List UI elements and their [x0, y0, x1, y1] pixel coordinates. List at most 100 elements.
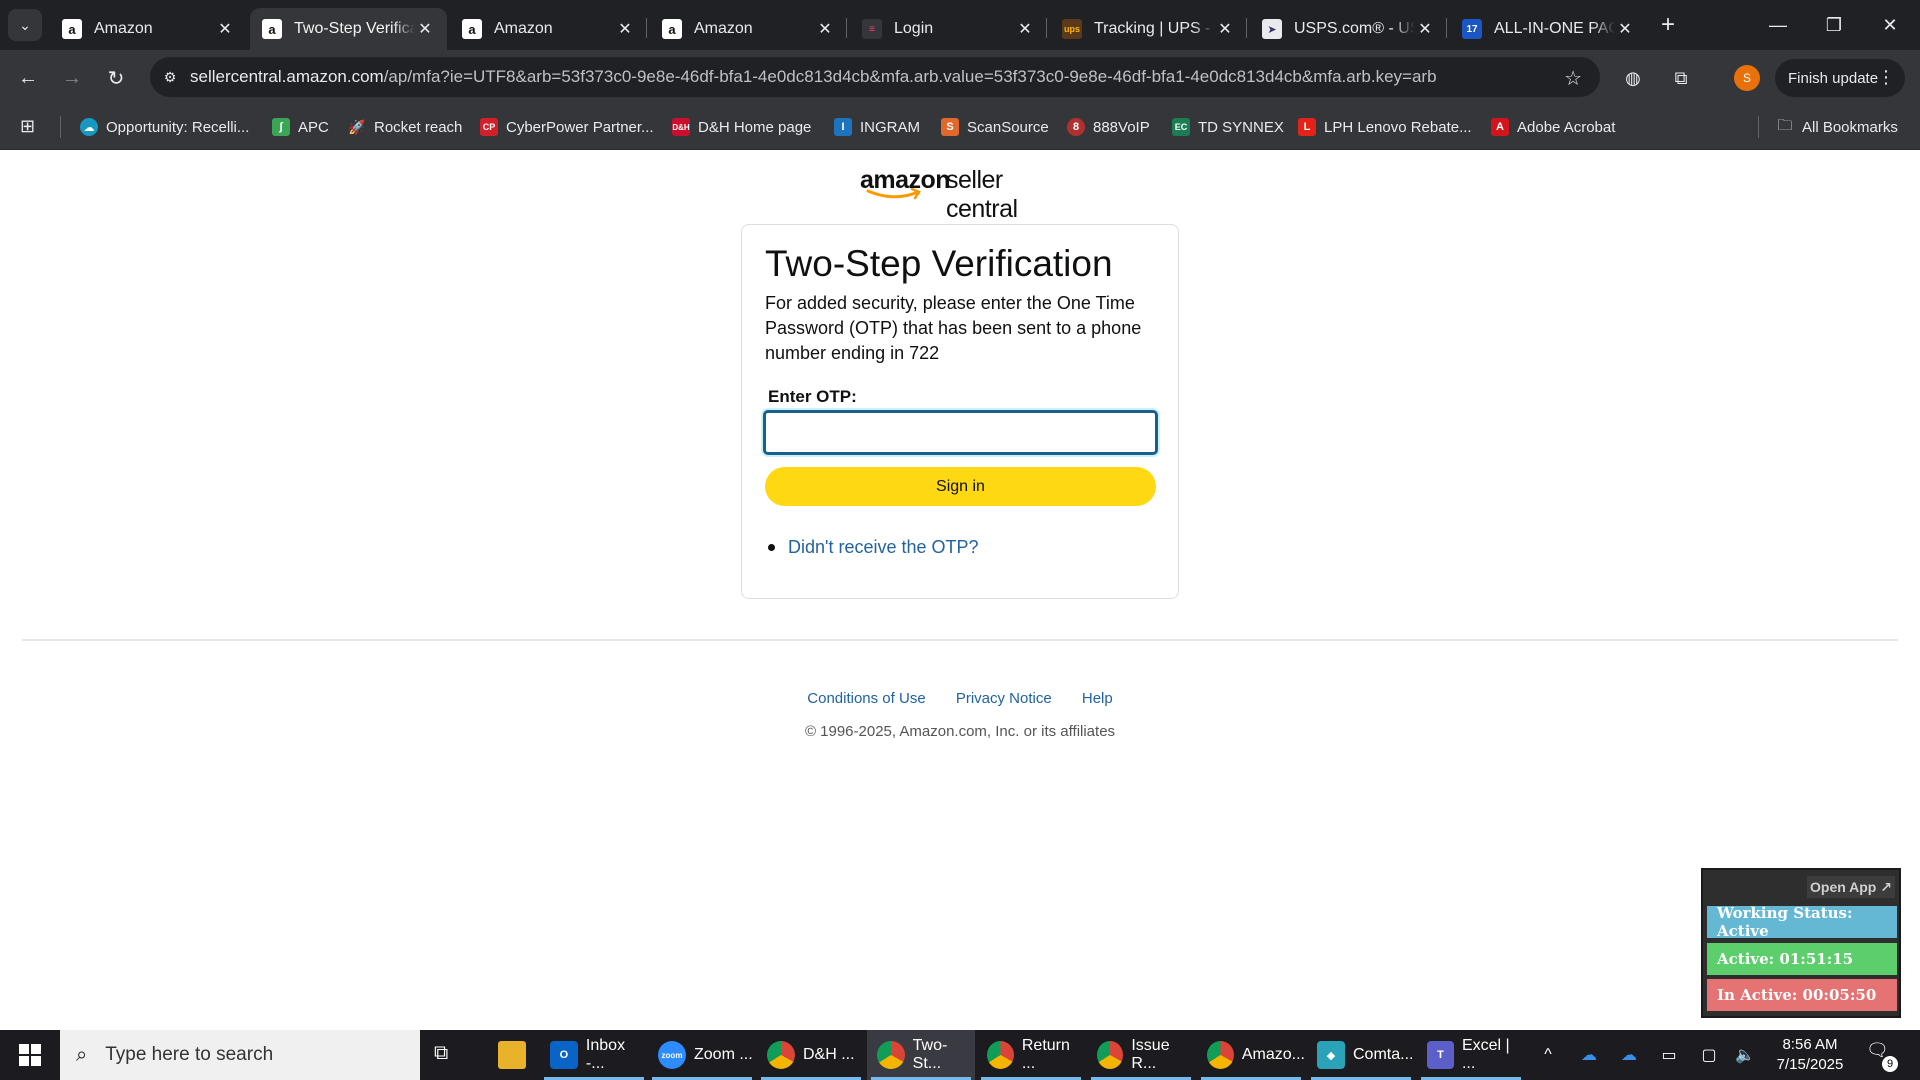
otp-input[interactable]	[763, 410, 1158, 455]
windows-taskbar: ⌕ Type here to search ⧉ O Inbox -... zoo…	[0, 1030, 1920, 1080]
tab-amazon-1[interactable]: a Amazon ✕	[50, 8, 247, 50]
clock-time: 8:56 AM	[1782, 1036, 1838, 1053]
sign-in-button[interactable]: Sign in	[765, 467, 1156, 506]
close-window-button[interactable]: ✕	[1862, 0, 1918, 50]
bookmark-star-icon[interactable]: ☆	[1564, 66, 1582, 91]
bookmark-888voip[interactable]: 8 888VoIP	[1067, 114, 1150, 140]
privacy-notice-link[interactable]: Privacy Notice	[956, 690, 1052, 707]
onedrive-icon[interactable]: ☁	[1572, 1030, 1606, 1080]
footer-links: Conditions of Use Privacy Notice Help	[0, 690, 1920, 707]
zoom-icon: zoom	[658, 1041, 686, 1069]
file-explorer-button[interactable]	[488, 1030, 538, 1080]
url-text[interactable]: sellercentral.amazon.com/ap/mfa?ie=UTF8&…	[190, 67, 1437, 87]
tab-title: Two-Step Verification	[294, 20, 415, 37]
tab-amazon-2[interactable]: a Amazon ✕	[450, 8, 647, 50]
all-bookmarks-label: All Bookmarks	[1802, 118, 1898, 136]
bookmark-lph-lenovo[interactable]: L LPH Lenovo Rebate...	[1298, 114, 1472, 140]
tab-usps[interactable]: ➤ USPS.com® - USPS ✕	[1250, 8, 1447, 50]
bookmark-opportunity[interactable]: ☁ Opportunity: Recelli...	[80, 114, 249, 140]
apps-grid-icon[interactable]: ⊞	[20, 116, 42, 138]
close-tab-icon[interactable]: ✕	[1615, 19, 1635, 39]
taskbar-app-label: Excel | ...	[1461, 1037, 1510, 1072]
inactive-time-row: In Active: 00:05:50	[1707, 979, 1897, 1011]
all-bookmarks-folder[interactable]: 🗀 All Bookmarks	[1776, 114, 1898, 140]
close-tab-icon[interactable]: ✕	[815, 19, 835, 39]
site-info-icon[interactable]: ⚙	[150, 69, 190, 86]
tab-title: USPS.com® - USPS	[1294, 20, 1415, 37]
reload-button[interactable]: ↻	[100, 62, 132, 94]
bookmark-td-synnex[interactable]: EC TD SYNNEX	[1172, 114, 1284, 140]
notification-center-icon[interactable]: 🗨 9	[1866, 1040, 1898, 1072]
verification-card: Two-Step Verification For added security…	[741, 224, 1179, 599]
tab-all-in-one-package[interactable]: 17 ALL-IN-ONE PACKAGE ✕	[1450, 8, 1647, 50]
close-tab-icon[interactable]: ✕	[215, 19, 235, 39]
help-link[interactable]: Help	[1082, 690, 1113, 707]
tab-title: Amazon	[94, 20, 153, 37]
close-tab-icon[interactable]: ✕	[1015, 19, 1035, 39]
taskbar-app-chrome-amazon[interactable]: Amazo...	[1197, 1030, 1305, 1080]
forward-button[interactable]: →	[56, 62, 88, 94]
taskbar-search[interactable]: ⌕ Type here to search	[60, 1030, 420, 1080]
minimize-button[interactable]: —	[1750, 0, 1806, 50]
taskbar-clock[interactable]: 8:56 AM 7/15/2025	[1760, 1035, 1860, 1075]
tab-login[interactable]: ≡ Login ✕	[850, 8, 1047, 50]
tab-search-button[interactable]: ⌄	[8, 9, 42, 41]
back-button[interactable]: ←	[12, 62, 44, 94]
taskbar-app-chrome-two-step[interactable]: Two-St...	[867, 1030, 975, 1080]
bookmark-label: APC	[298, 118, 329, 136]
taskbar-app-label: Issue R...	[1131, 1037, 1170, 1072]
finish-update-button[interactable]: Finish update ⋮	[1775, 59, 1905, 97]
bookmark-ingram[interactable]: I INGRAM	[834, 114, 920, 140]
tab-ups-tracking[interactable]: ups Tracking | UPS - U ✕	[1050, 8, 1247, 50]
tab-amazon-3[interactable]: a Amazon ✕	[650, 8, 847, 50]
show-hidden-icons-chevron-up-icon[interactable]: ^	[1532, 1030, 1564, 1080]
volume-icon[interactable]: 🔈	[1728, 1030, 1762, 1080]
tab-two-step-verification[interactable]: a Two-Step Verification ✕	[250, 8, 447, 50]
start-button[interactable]	[0, 1030, 60, 1080]
new-tab-button[interactable]: +	[1652, 10, 1684, 40]
bookmark-label: LPH Lenovo Rebate...	[1324, 118, 1472, 136]
close-tab-icon[interactable]: ✕	[415, 19, 435, 39]
conditions-of-use-link[interactable]: Conditions of Use	[807, 690, 925, 707]
bookmark-dh-home[interactable]: D&H D&H Home page	[672, 114, 811, 140]
amazon-seller-central-logo[interactable]: amazon seller central	[860, 166, 1060, 223]
open-app-button[interactable]: Open App ↗	[1807, 876, 1895, 898]
bookmark-adobe-acrobat[interactable]: A Adobe Acrobat	[1491, 114, 1615, 140]
taskbar-app-chrome-issue[interactable]: Issue R...	[1087, 1030, 1195, 1080]
battery-icon[interactable]: ▭	[1652, 1030, 1686, 1080]
close-tab-icon[interactable]: ✕	[1415, 19, 1435, 39]
restore-button[interactable]: ❐	[1806, 0, 1862, 50]
taskbar-app-teams-excel[interactable]: T Excel | ...	[1417, 1030, 1525, 1080]
url-path: /ap/mfa?ie=UTF8&arb=53f373c0-9e8e-46df-b…	[383, 67, 1437, 86]
taskbar-app-outlook[interactable]: O Inbox -...	[540, 1030, 648, 1080]
task-view-icon[interactable]: ⧉	[434, 1042, 464, 1068]
close-tab-icon[interactable]: ✕	[615, 19, 635, 39]
taskbar-app-chrome-dh[interactable]: D&H ...	[757, 1030, 865, 1080]
folder-icon: 🗀	[1777, 116, 1793, 134]
taskbar-app-comtrade[interactable]: ◆ Comta...	[1307, 1030, 1415, 1080]
lenovo-icon: L	[1298, 118, 1316, 136]
resend-otp-link[interactable]: Didn't receive the OTP?	[788, 537, 979, 558]
onedrive-business-icon[interactable]: ☁	[1612, 1030, 1646, 1080]
network-icon[interactable]: ▢	[1692, 1030, 1726, 1080]
taskbar-app-chrome-return[interactable]: Return ...	[977, 1030, 1085, 1080]
address-bar[interactable]: ⚙ sellercentral.amazon.com/ap/mfa?ie=UTF…	[150, 57, 1600, 97]
chrome-icon	[767, 1041, 795, 1069]
profile-avatar[interactable]: S	[1734, 65, 1760, 91]
translate-icon[interactable]: ◍	[1618, 63, 1648, 93]
bookmark-separator	[60, 116, 61, 138]
tab-separator	[1446, 18, 1447, 38]
bookmark-cyberpower[interactable]: CP CyberPower Partner...	[480, 114, 654, 140]
clock-date: 7/15/2025	[1776, 1056, 1844, 1073]
taskbar-app-label: Comta...	[1353, 1046, 1414, 1063]
bookmark-rocket-reach[interactable]: 🚀 Rocket reach	[348, 114, 462, 140]
bookmark-label: INGRAM	[860, 118, 920, 136]
extensions-icon[interactable]: ⧉	[1666, 63, 1696, 93]
bookmark-scansource[interactable]: S ScanSource	[941, 114, 1049, 140]
ups-icon: ups	[1062, 19, 1082, 39]
taskbar-app-zoom[interactable]: zoom Zoom ...	[648, 1030, 756, 1080]
close-tab-icon[interactable]: ✕	[1215, 19, 1235, 39]
footer-divider	[22, 639, 1898, 641]
active-time-row: Active: 01:51:15	[1707, 943, 1897, 975]
bookmark-apc[interactable]: ʃ APC	[272, 114, 329, 140]
